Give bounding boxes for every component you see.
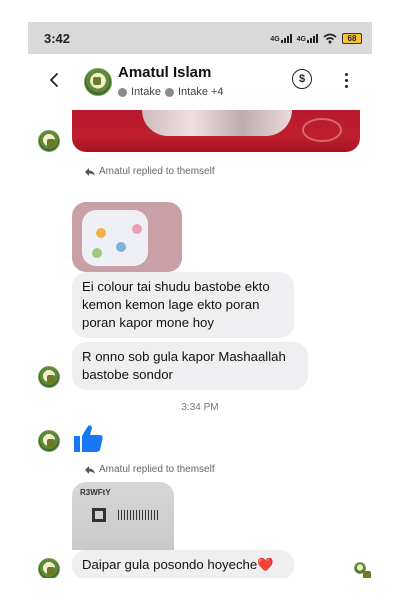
tag-dot-icon bbox=[164, 87, 174, 97]
contact-avatar[interactable] bbox=[84, 68, 112, 96]
reply-indicator: Amatul replied to themself bbox=[84, 166, 215, 177]
image-message-fabric-red[interactable] bbox=[72, 110, 360, 152]
message-bubble[interactable]: Ei colour tai shudu bastobe ekto kemon k… bbox=[72, 272, 294, 338]
image-message-package[interactable]: R3WFtY bbox=[72, 482, 174, 550]
contact-tags[interactable]: Intake Intake +4 bbox=[118, 86, 224, 98]
status-icons: 4G 4G 68 bbox=[270, 32, 362, 44]
network-indicator-1: 4G bbox=[270, 33, 292, 43]
contact-name[interactable]: Amatul Islam bbox=[118, 64, 211, 81]
more-icon[interactable] bbox=[340, 68, 352, 92]
signal-bars-icon bbox=[307, 33, 318, 43]
package-label: R3WFtY bbox=[80, 488, 111, 497]
dollar-icon[interactable]: $ bbox=[292, 69, 312, 89]
message-list[interactable]: Amatul replied to themself Ei colour tai… bbox=[28, 110, 372, 578]
back-arrow-icon bbox=[50, 73, 58, 87]
sender-avatar[interactable] bbox=[38, 558, 60, 578]
network-label-2: 4G bbox=[296, 36, 306, 43]
seen-avatar bbox=[354, 562, 371, 578]
sender-avatar[interactable] bbox=[38, 130, 60, 152]
signal-bars-icon bbox=[280, 33, 292, 43]
tag-intake: Intake bbox=[131, 86, 161, 98]
message-bubble[interactable]: Daipar gula posondo hoyeche❤️ bbox=[72, 550, 294, 578]
sender-avatar[interactable] bbox=[38, 430, 60, 452]
reply-icon bbox=[85, 167, 95, 176]
tag-dot-icon bbox=[118, 87, 127, 97]
phone-screen: 3:42 4G 4G 68 Amatul Islam Intake Intake… bbox=[28, 22, 372, 578]
network-label-1: 4G bbox=[270, 36, 280, 43]
reply-label-text: Amatul replied to themself bbox=[99, 464, 215, 475]
network-indicator-2: 4G bbox=[297, 33, 318, 43]
thumbs-up-icon[interactable] bbox=[68, 422, 108, 454]
wifi-icon bbox=[323, 33, 337, 43]
status-time: 3:42 bbox=[44, 30, 71, 46]
battery-icon: 68 bbox=[342, 32, 362, 44]
timestamp: 3:34 PM bbox=[181, 402, 219, 413]
message-bubble[interactable]: R onno sob gula kapor Mashaallah bastobe… bbox=[72, 342, 308, 390]
tag-intake-more: Intake +4 bbox=[177, 86, 224, 98]
reply-indicator: Amatul replied to themself bbox=[84, 464, 215, 475]
sender-avatar[interactable] bbox=[38, 366, 60, 388]
image-message-fabric-floral[interactable] bbox=[72, 202, 182, 272]
reply-icon bbox=[85, 465, 95, 474]
status-bar: 3:42 4G 4G 68 bbox=[28, 22, 372, 54]
chat-header: Amatul Islam Intake Intake +4 $ bbox=[28, 54, 372, 110]
back-button[interactable] bbox=[42, 68, 66, 92]
reply-label-text: Amatul replied to themself bbox=[99, 166, 215, 177]
